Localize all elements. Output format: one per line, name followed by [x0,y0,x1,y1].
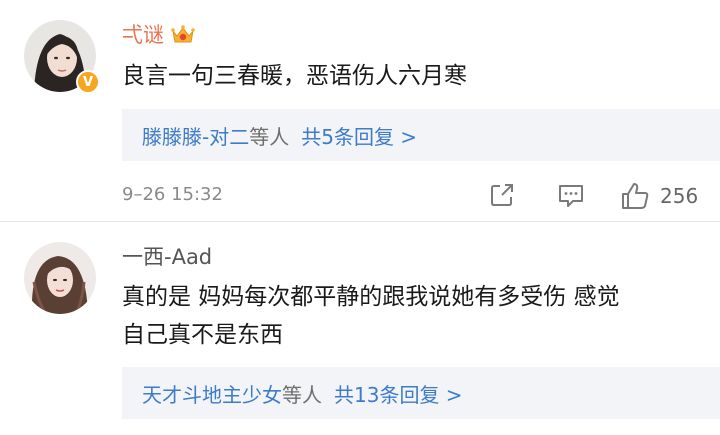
avatar[interactable] [24,242,96,314]
share-button[interactable] [488,181,516,209]
like-button[interactable]: 256 [620,181,698,211]
reply-user-names[interactable]: 滕滕滕-对二 [142,121,249,150]
username-text[interactable]: 一西-Aad [122,241,212,271]
like-count: 256 [660,184,699,208]
username[interactable]: 一西-Aad [122,241,212,271]
comment-text: 真的是 妈妈每次都平静的跟我说她有多受伤 感觉 自己真不是东西 [122,278,682,354]
username[interactable]: 弌谜 [122,19,196,49]
comment-text: 良言一句三春暖，恶语伤人六月寒 [122,63,467,89]
reply-suffix: 等人 [249,124,290,149]
comment-text-line: 真的是 妈妈每次都平静的跟我说她有多受伤 感觉 [122,284,620,310]
crown-member-icon [170,23,196,45]
replies-summary[interactable]: 滕滕滕-对二 等人 共5条回复 > [122,109,720,161]
comment-text-line: 自己真不是东西 [122,322,283,348]
avatar[interactable]: V [24,20,100,94]
reply-total-link[interactable]: 共13条回复 > [334,379,463,408]
like-icon [622,183,649,209]
replies-summary[interactable]: 天才斗地主少女 等人 共13条回复 > [122,367,720,419]
comment-meta: 9–26 15:32 256 [122,181,720,211]
reply-user-names[interactable]: 天才斗地主少女 [142,379,282,408]
reply-suffix: 等人 [282,382,322,407]
verified-badge-icon: V [76,70,100,94]
comment-button[interactable] [556,181,586,209]
timestamp: 9–26 15:32 [122,184,223,205]
share-icon [491,184,513,206]
comment-icon [559,185,583,207]
username-text[interactable]: 弌谜 [122,19,164,49]
avatar-image [24,242,96,314]
comment-item: 一西-Aad 真的是 妈妈每次都平静的跟我说她有多受伤 感觉 自己真不是东西 天… [0,222,720,435]
comment-item: V 弌谜 良言一句三春暖，恶语伤人六月寒 滕滕滕-对二 等人 共5条回复 > 9… [0,0,720,222]
reply-total-link[interactable]: 共5条回复 > [301,121,417,150]
